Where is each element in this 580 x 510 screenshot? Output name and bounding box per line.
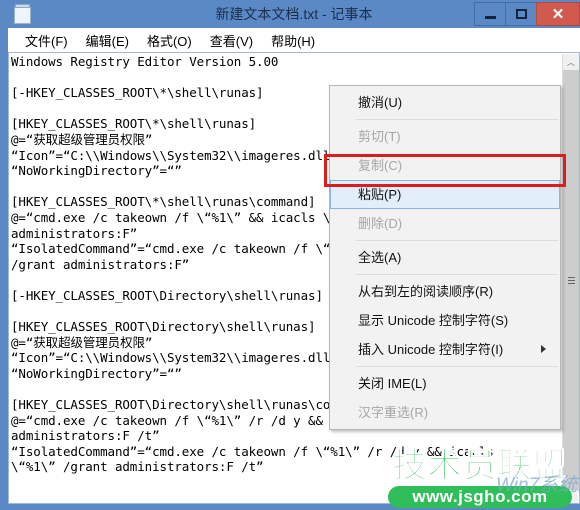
maximize-icon xyxy=(515,9,527,19)
context-item-cut: 剪切(T) xyxy=(358,129,401,144)
menu-item-help[interactable]: 帮助(H) xyxy=(262,29,324,52)
close-button[interactable]: ✕ xyxy=(536,2,580,26)
chevron-right-icon xyxy=(541,345,546,353)
menu-item-edit[interactable]: 编辑(E) xyxy=(77,29,138,52)
context-item-close-ime[interactable]: 关闭 IME(L) xyxy=(330,369,560,398)
scroll-up-icon[interactable]: ︿ xyxy=(563,54,579,70)
context-item-select-all[interactable]: 全选(A) xyxy=(330,243,560,272)
context-item-paste[interactable]: 粘贴(P) xyxy=(330,180,560,209)
context-menu: 撤消(U) 剪切(T) 复制(C) 粘贴(P) 删除(D) 全选(A) 从右到左… xyxy=(329,85,561,430)
menu-item-view[interactable]: 查看(V) xyxy=(201,29,262,52)
context-separator xyxy=(356,274,558,275)
context-item-rtl-reading-order[interactable]: 从右到左的阅读顺序(R) xyxy=(330,277,560,306)
menu-item-format[interactable]: 格式(O) xyxy=(138,29,201,52)
context-item-insert-unicode-control-char[interactable]: 插入 Unicode 控制字符(I) xyxy=(330,335,560,364)
minimize-button[interactable] xyxy=(474,2,506,26)
context-item-reconvert: 汉字重选(R) xyxy=(358,405,429,420)
menu-bar: 文件(F) 编辑(E) 格式(O) 查看(V) 帮助(H) xyxy=(8,28,580,52)
window-controls: ✕ xyxy=(474,2,580,26)
scrollbar-thumb[interactable] xyxy=(563,70,579,490)
context-item-show-unicode-control-chars[interactable]: 显示 Unicode 控制字符(S) xyxy=(330,306,560,335)
vertical-scrollbar[interactable]: ︿ xyxy=(562,54,579,503)
context-item-undo[interactable]: 撤消(U) xyxy=(330,88,560,117)
minimize-icon xyxy=(484,16,496,19)
maximize-button[interactable] xyxy=(505,2,537,26)
context-item-copy: 复制(C) xyxy=(358,158,403,173)
context-separator xyxy=(356,366,558,367)
notepad-window: 新建文本文档.txt - 记事本 ✕ 文件(F) 编辑(E) 格式(O) 查看(… xyxy=(0,0,580,510)
title-bar[interactable]: 新建文本文档.txt - 记事本 ✕ xyxy=(4,0,580,28)
scrollbar-grip-icon xyxy=(567,276,575,284)
context-item-label: 插入 Unicode 控制字符(I) xyxy=(358,342,504,357)
screen-root: 新建文本文档.txt - 记事本 ✕ 文件(F) 编辑(E) 格式(O) 查看(… xyxy=(0,0,580,510)
context-separator xyxy=(356,240,558,241)
menu-item-file[interactable]: 文件(F) xyxy=(16,29,77,52)
context-item-delete: 删除(D) xyxy=(358,216,403,231)
context-separator xyxy=(356,119,558,120)
